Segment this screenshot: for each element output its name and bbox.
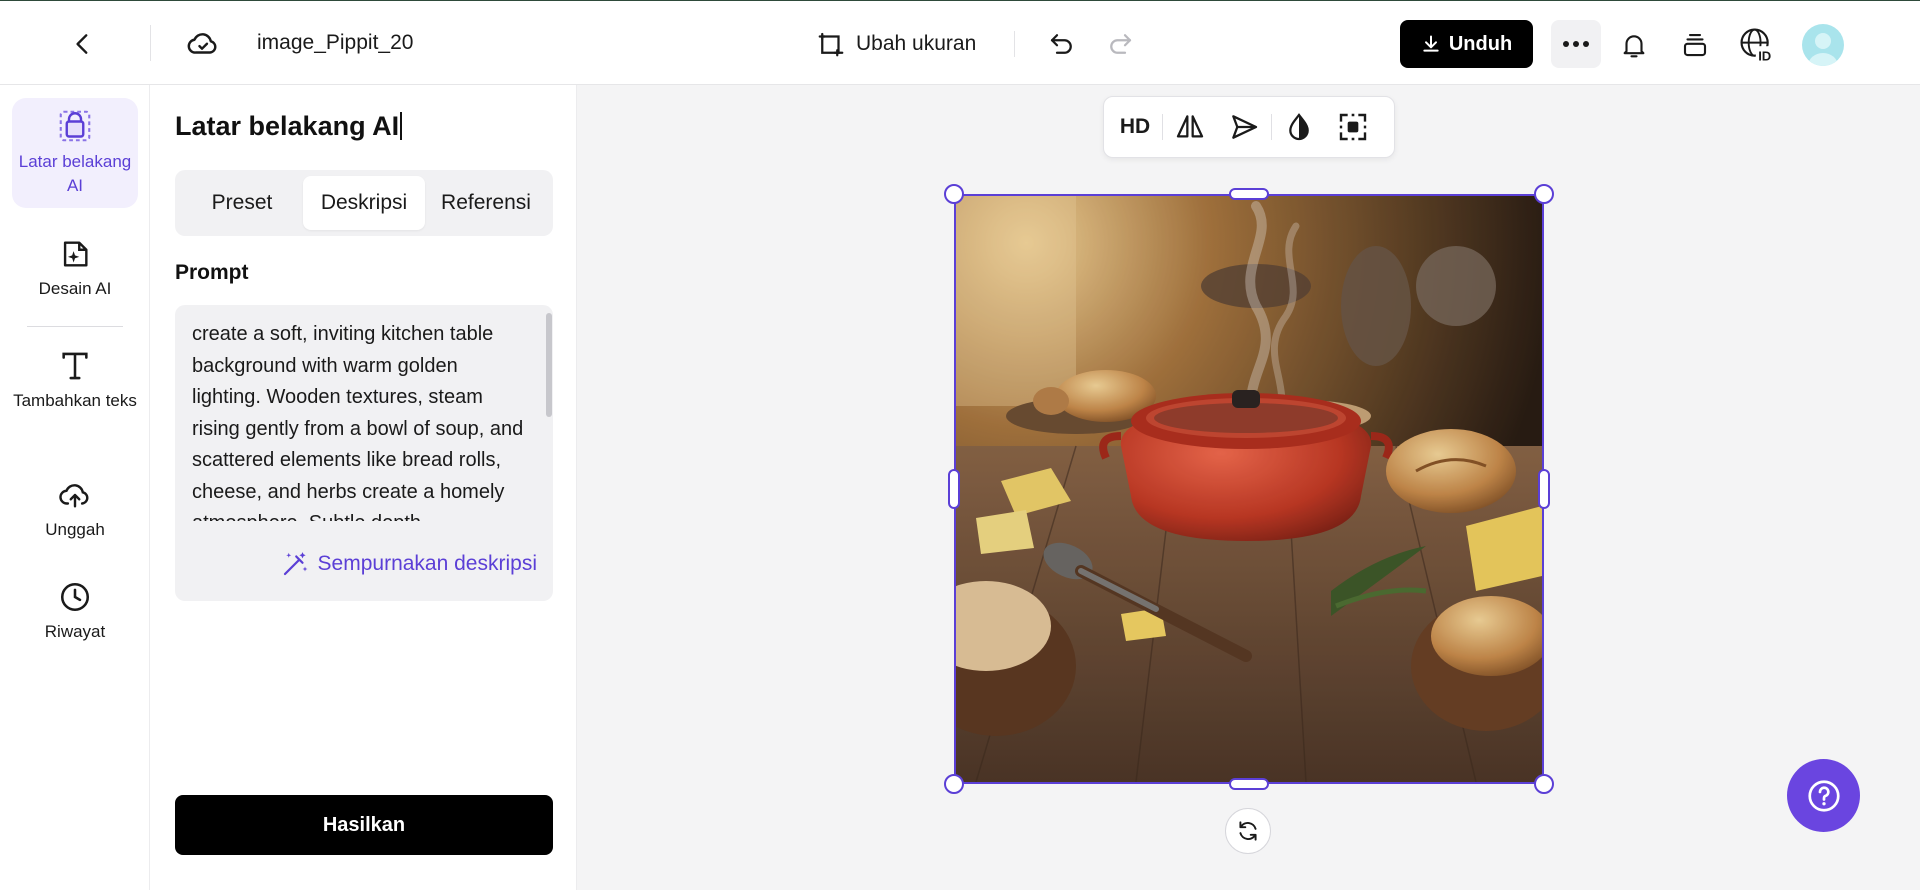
sidebar-item-history[interactable]: Riwayat: [12, 580, 138, 644]
rotate-button[interactable]: [1225, 808, 1271, 854]
resize-handle-left[interactable]: [948, 469, 960, 509]
rotate-icon: [1239, 821, 1257, 841]
resize-icon: [818, 32, 844, 57]
prompt-text[interactable]: create a soft, inviting kitchen table ba…: [192, 319, 532, 521]
color-adjust-button[interactable]: [1272, 100, 1326, 154]
text-icon: [62, 352, 88, 380]
image-toolbar: HD: [1103, 96, 1395, 158]
flip-icon: [1176, 115, 1204, 138]
tab-reference[interactable]: Referensi: [425, 176, 547, 230]
history-clock-icon: [60, 582, 90, 612]
tab-preset[interactable]: Preset: [181, 176, 303, 230]
focus-select-icon: [1339, 113, 1367, 141]
magic-wand-icon: [283, 552, 308, 576]
ai-design-icon: [63, 241, 88, 267]
more-button[interactable]: [1551, 20, 1601, 68]
resize-handle-top-left[interactable]: [944, 184, 964, 204]
resize-handle-top[interactable]: [1229, 188, 1269, 200]
top-bar: image_Pippit_20 Ubah ukuran Unduh ID: [0, 0, 1920, 85]
ai-background-icon: [59, 110, 91, 142]
prompt-field[interactable]: create a soft, inviting kitchen table ba…: [175, 305, 553, 601]
tab-bar: Preset Deskripsi Referensi: [175, 170, 553, 236]
upload-cloud-icon: [59, 484, 89, 508]
language-button[interactable]: ID: [1733, 21, 1781, 69]
stack-icon: [1683, 33, 1707, 57]
undo-button[interactable]: [1042, 23, 1082, 65]
canvas-image[interactable]: [954, 194, 1544, 784]
redo-button[interactable]: [1100, 23, 1140, 65]
undo-icon: [1050, 34, 1072, 54]
sidebar-item-label: Desain AI: [38, 279, 112, 298]
filename[interactable]: image_Pippit_20: [257, 31, 417, 55]
generate-button[interactable]: Hasilkan: [175, 795, 553, 855]
focus-select-button[interactable]: [1326, 100, 1380, 154]
refine-description-button[interactable]: Sempurnakan deskripsi: [280, 549, 537, 579]
sidebar-item-label: Unggah: [45, 520, 105, 539]
sidebar-item-ai-background[interactable]: Latar belakang AI: [12, 98, 138, 208]
divider: [1014, 31, 1015, 57]
back-button[interactable]: [62, 23, 104, 65]
divider: [27, 326, 123, 327]
send-button[interactable]: [1217, 100, 1271, 154]
cloud-sync-button[interactable]: [182, 23, 224, 65]
left-rail: Latar belakang AI Desain AI Tambahkan te…: [0, 85, 150, 890]
droplet-icon: [1289, 113, 1309, 141]
resize-handle-bottom-right[interactable]: [1534, 774, 1554, 794]
resize-label: Ubah ukuran: [856, 32, 977, 55]
refine-description-label: Sempurnakan deskripsi: [317, 552, 537, 575]
panel-title: Latar belakang AI: [175, 111, 403, 142]
resize-handle-top-right[interactable]: [1534, 184, 1554, 204]
tab-description[interactable]: Deskripsi: [303, 176, 425, 230]
redo-icon: [1110, 34, 1132, 54]
download-button[interactable]: Unduh: [1400, 20, 1533, 68]
download-label: Unduh: [1448, 32, 1513, 55]
globe-id-icon: ID: [1740, 28, 1775, 63]
sidebar-item-upload[interactable]: Unggah: [12, 478, 138, 542]
resize-handle-right[interactable]: [1538, 469, 1550, 509]
bell-icon: [1623, 35, 1645, 58]
help-icon: [1807, 779, 1840, 812]
help-button[interactable]: [1787, 759, 1860, 832]
scrollbar[interactable]: [546, 313, 552, 417]
chevron-left-icon: [76, 34, 88, 54]
user-avatar-icon: [1808, 33, 1838, 66]
prompt-label: Prompt: [175, 261, 249, 284]
send-icon: [1232, 115, 1258, 139]
sidebar-item-label: Latar belakang AI: [18, 152, 132, 195]
text-caret: [400, 112, 403, 140]
sidebar-item-label: Riwayat: [44, 622, 106, 641]
sidebar-item-label: Tambahkan teks: [13, 391, 137, 410]
notifications-button[interactable]: [1612, 23, 1656, 67]
ai-background-panel: Latar belakang AI Preset Deskripsi Refer…: [150, 85, 577, 890]
resize-handle-bottom-left[interactable]: [944, 774, 964, 794]
sidebar-item-add-text[interactable]: Tambahkan teks: [12, 349, 138, 413]
panel-title-text: Latar belakang AI: [175, 111, 400, 141]
kitchen-scene-image: [956, 196, 1542, 782]
more-icon: [1563, 41, 1589, 47]
resize-button[interactable]: Ubah ukuran: [816, 25, 976, 63]
layers-button[interactable]: [1673, 23, 1717, 67]
sidebar-item-ai-design[interactable]: Desain AI: [12, 237, 138, 301]
download-icon: [1423, 35, 1439, 52]
hd-button[interactable]: HD: [1108, 100, 1162, 154]
svg-text:ID: ID: [1758, 48, 1771, 63]
divider: [150, 25, 151, 61]
flip-button[interactable]: [1163, 100, 1217, 154]
resize-handle-bottom[interactable]: [1229, 778, 1269, 790]
cloud-sync-icon: [187, 33, 217, 54]
avatar[interactable]: [1802, 24, 1844, 66]
